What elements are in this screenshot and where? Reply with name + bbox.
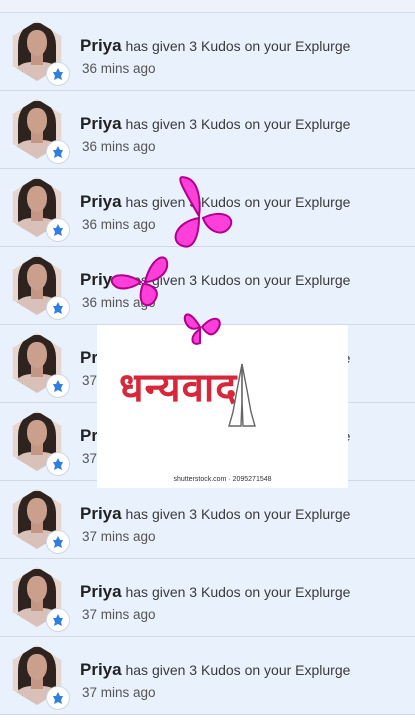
notification-text: Priya has given 3 Kudos on your Explurge xyxy=(80,114,350,134)
kudos-hand-icon xyxy=(46,530,70,554)
notification-action: has given 3 Kudos on your Explurge xyxy=(125,662,351,678)
folded-hands-icon xyxy=(228,363,256,427)
notification-action: has given 3 Kudos on your Explurge xyxy=(125,584,351,600)
notification-text: Priya has given 3 Kudos on your Explurge xyxy=(80,504,350,524)
kudos-hand-icon xyxy=(46,62,70,86)
kudos-hand-icon xyxy=(46,452,70,476)
avatar[interactable] xyxy=(10,489,70,554)
user-name[interactable]: Priya xyxy=(80,660,122,679)
notification-row[interactable]: Priya has given 3 Kudos on your Explurge… xyxy=(0,91,415,169)
avatar[interactable] xyxy=(10,567,70,632)
notification-row[interactable]: Priya has given 3 Kudos on your Explurge… xyxy=(0,13,415,91)
avatar[interactable] xyxy=(10,411,70,476)
user-name[interactable]: Priya xyxy=(80,114,122,133)
notification-text: Priya has given 3 Kudos on your Explurge xyxy=(80,36,350,56)
timestamp: 36 mins ago xyxy=(82,217,156,232)
timestamp: 36 mins ago xyxy=(82,61,156,76)
notification-row[interactable]: Priya has given 3 Kudos on your Explurge… xyxy=(0,481,415,559)
kudos-hand-icon xyxy=(46,218,70,242)
kudos-hand-icon xyxy=(46,608,70,632)
user-name[interactable]: Priya xyxy=(80,504,122,523)
timestamp: 37 mins ago xyxy=(82,607,156,622)
butterfly-icon xyxy=(183,313,221,345)
notification-row[interactable]: Priya has given 3 Kudos on your Explurge… xyxy=(0,559,415,637)
kudos-hand-icon xyxy=(46,140,70,164)
notification-action: has given 3 Kudos on your Explurge xyxy=(125,506,351,522)
image-credit: shutterstock.com · 2095271548 xyxy=(173,476,272,483)
avatar[interactable] xyxy=(10,333,70,398)
user-name[interactable]: Priya xyxy=(80,582,122,601)
list-top-edge xyxy=(0,0,415,13)
avatar[interactable] xyxy=(10,645,70,710)
notification-action: has given 3 Kudos on your Explurge xyxy=(125,116,351,132)
notification-row[interactable]: Priya has given 3 Kudos on your Explurge… xyxy=(0,637,415,715)
kudos-hand-icon xyxy=(46,686,70,710)
timestamp: 37 mins ago xyxy=(82,529,156,544)
avatar[interactable] xyxy=(10,255,70,320)
kudos-hand-icon xyxy=(46,374,70,398)
avatar[interactable] xyxy=(10,99,70,164)
timestamp: 36 mins ago xyxy=(82,139,156,154)
notification-text: Priya has given 3 Kudos on your Explurge xyxy=(80,582,350,602)
butterfly-icon xyxy=(110,256,169,307)
timestamp: 37 mins ago xyxy=(82,685,156,700)
thank-you-text: धन्यवाद xyxy=(119,365,238,411)
kudos-hand-icon xyxy=(46,296,70,320)
notification-action: has given 3 Kudos on your Explurge xyxy=(125,38,351,54)
notification-text: Priya has given 3 Kudos on your Explurge xyxy=(80,660,350,680)
butterfly-icon xyxy=(174,176,233,248)
user-name[interactable]: Priya xyxy=(80,192,122,211)
avatar[interactable] xyxy=(10,21,70,86)
avatar[interactable] xyxy=(10,177,70,242)
user-name[interactable]: Priya xyxy=(80,36,122,55)
